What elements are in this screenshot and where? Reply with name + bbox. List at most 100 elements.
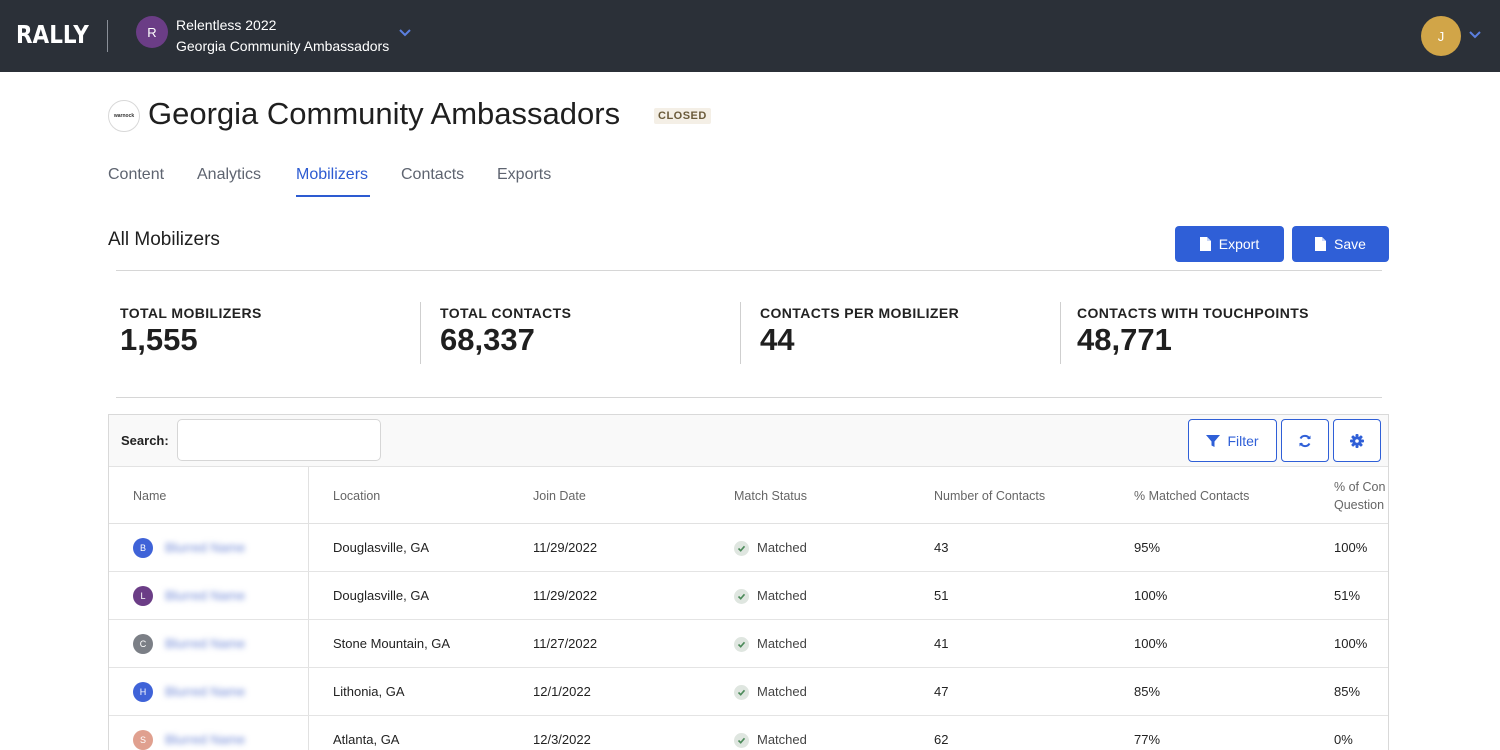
stat-label-contacts-per-mobilizer: CONTACTS PER MOBILIZER <box>760 305 960 321</box>
check-icon <box>734 685 749 700</box>
check-icon <box>734 733 749 748</box>
table-row[interactable]: S Blurred Name Atlanta, GA 12/3/2022 Mat… <box>109 716 1388 750</box>
tab-exports[interactable]: Exports <box>497 166 551 184</box>
top-navigation-bar: RALLY R Relentless 2022 Georgia Communit… <box>0 0 1500 72</box>
pct-matched-cell: 85% <box>1134 684 1161 699</box>
chevron-down-icon[interactable] <box>1468 30 1482 40</box>
table-row[interactable]: C Blurred Name Stone Mountain, GA 11/27/… <box>109 620 1388 668</box>
pct-question-cell: 51% <box>1334 588 1361 603</box>
save-button[interactable]: Save <box>1292 226 1389 262</box>
stat-label-total-mobilizers: TOTAL MOBILIZERS <box>120 305 262 321</box>
mobilizer-name-link[interactable]: Blurred Name <box>165 684 245 699</box>
pct-matched-cell: 100% <box>1134 588 1168 603</box>
contacts-count-cell: 41 <box>934 636 949 651</box>
filter-button[interactable]: Filter <box>1188 419 1277 462</box>
avatar: S <box>133 730 153 750</box>
stat-divider <box>420 302 421 364</box>
stat-divider <box>1060 302 1061 364</box>
pct-question-cell: 85% <box>1334 684 1361 699</box>
refresh-icon <box>1299 434 1311 447</box>
join-date-cell: 11/29/2022 <box>533 588 598 603</box>
stat-label-total-contacts: TOTAL CONTACTS <box>440 305 572 321</box>
table-row[interactable]: H Blurred Name Lithonia, GA 12/1/2022 Ma… <box>109 668 1388 716</box>
mobilizer-name-link[interactable]: Blurred Name <box>165 636 245 651</box>
stat-label-contacts-with-touchpoints: CONTACTS WITH TOUCHPOINTS <box>1077 305 1309 321</box>
campaign-brand-logo: warnock <box>108 100 140 132</box>
org-avatar[interactable]: R <box>136 16 168 48</box>
contacts-count-cell: 62 <box>934 732 949 747</box>
match-status-cell: Matched <box>757 684 807 699</box>
export-button[interactable]: Export <box>1175 226 1284 262</box>
check-icon <box>734 541 749 556</box>
pct-matched-cell: 77% <box>1134 732 1161 747</box>
save-button-label: Save <box>1334 236 1366 252</box>
pct-question-cell: 100% <box>1334 636 1368 651</box>
avatar: C <box>133 634 153 654</box>
column-header-line2: Question <box>1334 498 1385 512</box>
mobilizers-table-panel: Search: Filter Name Location Join Date M… <box>108 414 1389 750</box>
location-cell: Lithonia, GA <box>333 684 405 699</box>
mobilizer-name-link[interactable]: Blurred Name <box>165 732 245 747</box>
page-title: Georgia Community Ambassadors <box>148 96 621 131</box>
match-status-cell: Matched <box>757 588 807 603</box>
column-header-name[interactable]: Name <box>133 487 166 505</box>
export-button-label: Export <box>1218 236 1260 252</box>
org-campaign-name[interactable]: Relentless 2022 <box>176 17 276 33</box>
column-header-location[interactable]: Location <box>333 487 380 505</box>
stats-divider <box>116 397 1382 398</box>
refresh-button[interactable] <box>1281 419 1329 462</box>
location-cell: Douglasville, GA <box>333 588 430 603</box>
tab-analytics[interactable]: Analytics <box>197 166 261 184</box>
filter-icon <box>1206 434 1221 447</box>
gear-icon <box>1350 433 1364 448</box>
pct-matched-cell: 100% <box>1134 636 1168 651</box>
stat-value-total-contacts: 68,337 <box>440 322 535 357</box>
contacts-count-cell: 47 <box>934 684 949 699</box>
tab-content[interactable]: Content <box>108 166 164 184</box>
tab-contacts[interactable]: Contacts <box>401 166 464 184</box>
column-header-number-of-contacts[interactable]: Number of Contacts <box>934 487 1045 505</box>
location-cell: Douglasville, GA <box>333 540 430 555</box>
join-date-cell: 11/29/2022 <box>533 540 598 555</box>
join-date-cell: 12/3/2022 <box>533 732 591 747</box>
document-icon <box>1315 237 1327 251</box>
contacts-count-cell: 43 <box>934 540 949 555</box>
join-date-cell: 11/27/2022 <box>533 636 598 651</box>
check-icon <box>734 637 749 652</box>
match-status-cell: Matched <box>757 636 807 651</box>
avatar: B <box>133 538 153 558</box>
column-header-join-date[interactable]: Join Date <box>533 487 586 505</box>
table-toolbar: Search: Filter <box>109 415 1388 467</box>
mobilizer-name-link[interactable]: Blurred Name <box>165 588 245 603</box>
org-group-name[interactable]: Georgia Community Ambassadors <box>176 38 389 54</box>
match-status-cell: Matched <box>757 540 807 555</box>
settings-button[interactable] <box>1333 419 1381 462</box>
table-row[interactable]: B Blurred Name Douglasville, GA 11/29/20… <box>109 524 1388 572</box>
logo-divider <box>107 20 108 52</box>
stat-value-contacts-per-mobilizer: 44 <box>760 322 795 357</box>
column-header-line1: % of Con <box>1334 480 1386 494</box>
rally-logo[interactable]: RALLY <box>16 20 89 49</box>
user-avatar[interactable]: J <box>1421 16 1461 56</box>
join-date-cell: 12/1/2022 <box>533 684 591 699</box>
search-input[interactable] <box>177 419 381 461</box>
chevron-down-icon[interactable] <box>398 28 412 38</box>
stat-value-total-mobilizers: 1,555 <box>120 322 198 357</box>
check-icon <box>734 589 749 604</box>
match-status-cell: Matched <box>757 732 807 747</box>
column-header-pct-matched-contacts[interactable]: % Matched Contacts <box>1134 487 1249 505</box>
mobilizer-name-link[interactable]: Blurred Name <box>165 540 245 555</box>
table-row[interactable]: L Blurred Name Douglasville, GA 11/29/20… <box>109 572 1388 620</box>
pct-matched-cell: 95% <box>1134 540 1161 555</box>
section-divider <box>116 270 1382 271</box>
document-icon <box>1199 237 1211 251</box>
active-tab-indicator <box>296 195 370 197</box>
avatar: L <box>133 586 153 606</box>
column-header-pct-contacts-question[interactable]: % of Con Question <box>1334 478 1385 514</box>
column-header-match-status[interactable]: Match Status <box>734 487 807 505</box>
location-cell: Atlanta, GA <box>333 732 400 747</box>
tab-mobilizers[interactable]: Mobilizers <box>296 166 368 184</box>
contacts-count-cell: 51 <box>934 588 949 603</box>
stat-value-contacts-with-touchpoints: 48,771 <box>1077 322 1172 357</box>
section-title: All Mobilizers <box>108 229 220 250</box>
